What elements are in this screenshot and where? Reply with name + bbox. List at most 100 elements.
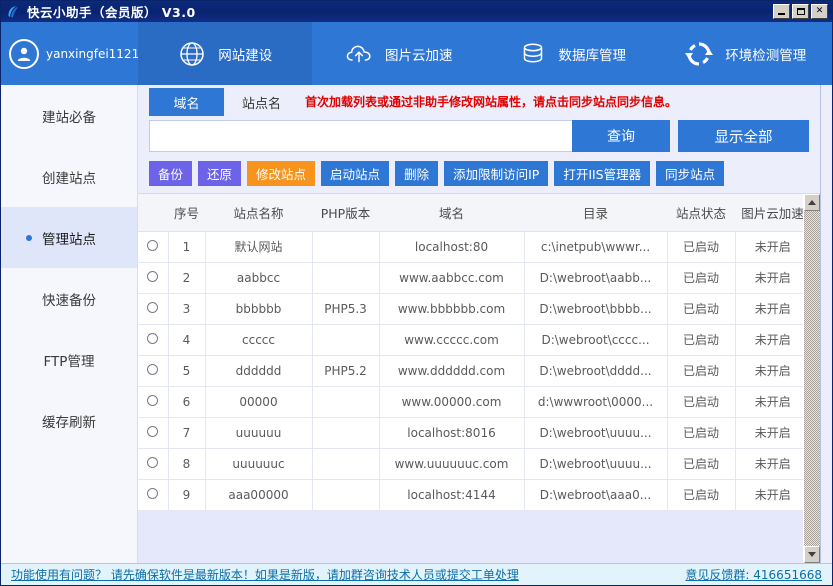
right-edge-strip	[820, 85, 832, 563]
table-row[interactable]: 600000www.00000.comd:\wwwroot\0000...已启动…	[138, 386, 803, 417]
cell-directory: D:\webroot\aaa0...	[524, 479, 667, 510]
cell-site-name: aabbcc	[205, 262, 312, 293]
sidebar-item-manage-site[interactable]: 管理站点	[1, 207, 137, 268]
add-restrict-ip-button[interactable]: 添加限制访问IP	[444, 161, 548, 186]
cell-select[interactable]	[138, 448, 168, 479]
scroll-track[interactable]	[804, 211, 820, 546]
site-table: 序号 站点名称 PHP版本 域名 目录 站点状态 图片云加速 1默认网站loca…	[138, 194, 803, 511]
cell-accel: 未开启	[735, 324, 803, 355]
table-row[interactable]: 1默认网站localhost:80c:\inetpub\wwwr...已启动未开…	[138, 231, 803, 262]
table-row[interactable]: 8uuuuuucwww.uuuuuuc.comD:\webroot\uuuu..…	[138, 448, 803, 479]
row-radio-button[interactable]	[147, 271, 158, 282]
tab-sitename[interactable]: 站点名	[224, 88, 299, 116]
table-body: 1默认网站localhost:80c:\inetpub\wwwr...已启动未开…	[138, 231, 803, 510]
maximize-button[interactable]	[792, 4, 809, 19]
table-row[interactable]: 2aabbccwww.aabbcc.comD:\webroot\aabb...已…	[138, 262, 803, 293]
sidebar-item-ftp-manage[interactable]: FTP管理	[1, 329, 137, 390]
cell-php-version	[312, 417, 379, 448]
table-row[interactable]: 4cccccwww.ccccc.comD:\webroot\cccc...已启动…	[138, 324, 803, 355]
sidebar-item-essentials[interactable]: 建站必备	[1, 85, 137, 146]
row-radio-button[interactable]	[147, 395, 158, 406]
search-input[interactable]	[149, 120, 572, 152]
th-directory: 目录	[524, 194, 667, 231]
cell-accel: 未开启	[735, 479, 803, 510]
cell-select[interactable]	[138, 355, 168, 386]
th-site-name: 站点名称	[205, 194, 312, 231]
table-row[interactable]: 5ddddddPHP5.2www.dddddd.comD:\webroot\dd…	[138, 355, 803, 386]
top-navigation: yanxingfei1121 网站建设	[1, 22, 832, 85]
tab-domain[interactable]: 域名	[149, 88, 224, 116]
cell-index: 4	[168, 324, 205, 355]
sidebar-item-quick-backup[interactable]: 快速备份	[1, 268, 137, 329]
row-radio-button[interactable]	[147, 240, 158, 251]
show-all-button[interactable]: 显示全部	[678, 120, 809, 152]
cell-directory: d:\wwwroot\0000...	[524, 386, 667, 417]
close-button[interactable]: ✕	[811, 4, 828, 19]
nav-item-website-build[interactable]: 网站建设	[138, 22, 312, 85]
query-button[interactable]: 查询	[572, 120, 670, 152]
cell-select[interactable]	[138, 417, 168, 448]
cell-status: 已启动	[667, 448, 735, 479]
table-row[interactable]: 9aaa00000localhost:4144D:\webroot\aaa0..…	[138, 479, 803, 510]
nav-item-image-cloud-accel[interactable]: 图片云加速	[312, 22, 486, 85]
user-name: yanxingfei1121	[46, 47, 139, 61]
cell-select[interactable]	[138, 262, 168, 293]
cell-index: 7	[168, 417, 205, 448]
cell-status: 已启动	[667, 417, 735, 448]
cell-site-name: uuuuuuc	[205, 448, 312, 479]
table-row[interactable]: 3bbbbbbPHP5.3www.bbbbbb.comD:\webroot\bb…	[138, 293, 803, 324]
start-site-button[interactable]: 启动站点	[321, 161, 389, 186]
cell-status: 已启动	[667, 231, 735, 262]
cell-accel: 未开启	[735, 355, 803, 386]
scroll-up-button[interactable]	[804, 194, 820, 211]
cell-select[interactable]	[138, 386, 168, 417]
row-radio-button[interactable]	[147, 457, 158, 468]
feedback-group-link[interactable]: 意见反馈群: 416651668	[685, 566, 822, 583]
cell-domain: localhost:8016	[379, 417, 524, 448]
vertical-scrollbar[interactable]	[803, 194, 820, 563]
sidebar-item-label: 缓存刷新	[42, 411, 96, 431]
cell-site-name: ccccc	[205, 324, 312, 355]
cell-select[interactable]	[138, 324, 168, 355]
support-link[interactable]: 功能使用有问题？ 请先确保软件是最新版本！如果是新版，请加群咨询技术人员或提交工…	[11, 566, 519, 583]
minimize-button[interactable]	[773, 4, 790, 19]
row-radio-button[interactable]	[147, 488, 158, 499]
backup-button[interactable]: 备份	[149, 161, 192, 186]
modify-site-button[interactable]: 修改站点	[247, 161, 315, 186]
nav-item-database-manage[interactable]: 数据库管理	[485, 22, 659, 85]
table-row[interactable]: 7uuuuuulocalhost:8016D:\webroot\uuuu...已…	[138, 417, 803, 448]
nav-item-env-detection[interactable]: 环境检测管理	[659, 22, 833, 85]
row-radio-button[interactable]	[147, 333, 158, 344]
restore-button[interactable]: 还原	[198, 161, 241, 186]
cell-php-version	[312, 386, 379, 417]
scroll-down-button[interactable]	[804, 546, 820, 563]
user-avatar-icon	[9, 39, 39, 69]
sidebar-item-create-site[interactable]: 创建站点	[1, 146, 137, 207]
cell-php-version: PHP5.3	[312, 293, 379, 324]
row-radio-button[interactable]	[147, 426, 158, 437]
open-iis-manager-button[interactable]: 打开IIS管理器	[554, 161, 650, 186]
title-bar: 快云小助手（会员版） V3.0 ✕	[1, 1, 832, 22]
cell-php-version	[312, 262, 379, 293]
cell-site-name: 00000	[205, 386, 312, 417]
table-header-row: 序号 站点名称 PHP版本 域名 目录 站点状态 图片云加速	[138, 194, 803, 231]
cell-directory: D:\webroot\cccc...	[524, 324, 667, 355]
delete-button[interactable]: 删除	[395, 161, 438, 186]
sync-site-button[interactable]: 同步站点	[656, 161, 724, 186]
content-panel: 域名 站点名 首次加载列表或通过非助手修改网站属性，请点击同步站点同步信息。 查…	[138, 85, 820, 563]
cell-index: 3	[168, 293, 205, 324]
row-radio-button[interactable]	[147, 302, 158, 313]
user-account[interactable]: yanxingfei1121	[1, 22, 138, 85]
sidebar-item-label: 创建站点	[42, 167, 96, 187]
cell-select[interactable]	[138, 293, 168, 324]
nav-label: 数据库管理	[559, 44, 627, 64]
database-icon	[518, 39, 548, 69]
search-group: 查询	[149, 120, 670, 152]
cell-select[interactable]	[138, 231, 168, 262]
sidebar-item-cache-refresh[interactable]: 缓存刷新	[1, 390, 137, 451]
cell-select[interactable]	[138, 479, 168, 510]
th-php: PHP版本	[312, 194, 379, 231]
chevron-up-icon	[808, 200, 816, 205]
row-radio-button[interactable]	[147, 364, 158, 375]
cell-site-name: dddddd	[205, 355, 312, 386]
